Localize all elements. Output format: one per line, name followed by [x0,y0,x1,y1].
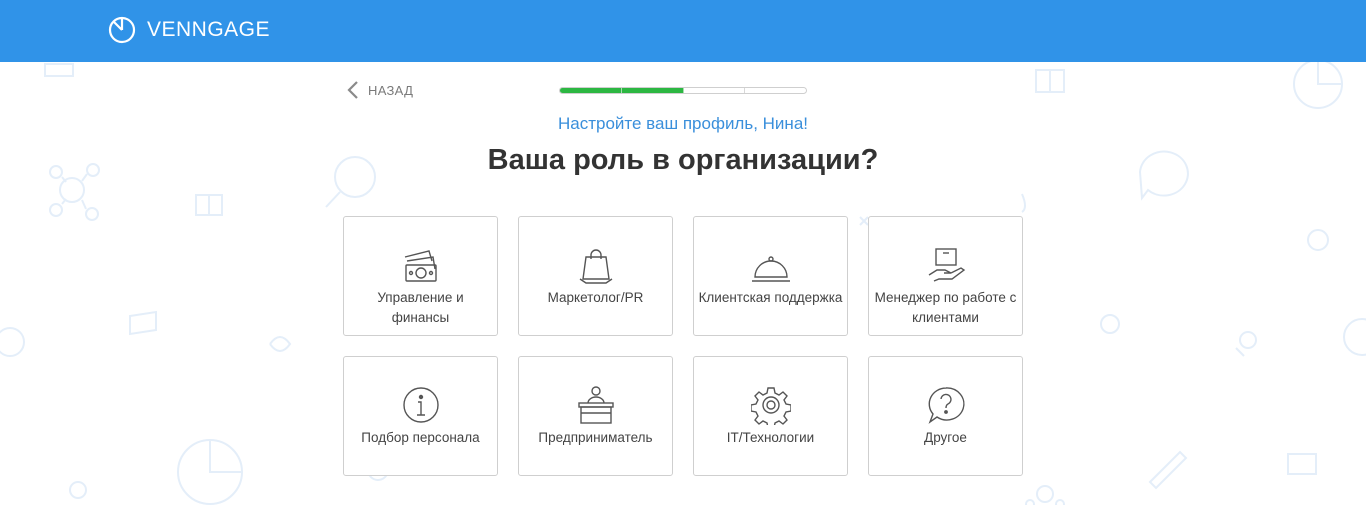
role-label: Маркетолог/PR [547,290,644,305]
role-label: Менеджер по работе с клиентами [874,290,1017,325]
role-label: Управление и финансы [377,290,464,325]
desk-person-icon [576,385,616,425]
progress-step-1 [560,88,622,93]
role-label: Предприниматель [538,430,653,445]
progress-bar [559,87,807,94]
service-bell-icon [751,245,791,285]
money-icon [401,245,441,285]
role-card-management-finance[interactable]: Управление и финансы [343,216,498,336]
role-card-account-manager[interactable]: Менеджер по работе с клиентами [868,216,1023,336]
back-label: НАЗАД [368,82,414,98]
role-card-marketing-pr[interactable]: Маркетолог/PR [518,216,673,336]
role-card-customer-support[interactable]: Клиентская поддержка [693,216,848,336]
role-label: IT/Технологии [726,430,815,445]
hand-package-icon [926,245,966,285]
progress-step-4 [745,88,806,93]
progress-step-2 [621,88,684,93]
role-label: Другое [924,430,967,445]
role-card-other[interactable]: Другое [868,356,1023,476]
role-grid: Управление и финансы Маркетолог/PR Клиен… [343,216,1023,476]
role-label: Клиентская поддержка [698,290,843,305]
role-card-entrepreneur[interactable]: Предприниматель [518,356,673,476]
back-button[interactable]: НАЗАД [346,80,413,100]
role-label: Подбор персонала [361,430,480,445]
logo-icon [108,16,136,44]
chevron-left-icon [347,81,358,99]
progress-step-3 [684,88,746,93]
logo[interactable]: VENNGAGE [108,15,270,45]
page-title: Ваша роль в организации? [487,144,879,176]
profile-subtitle: Настройте ваш профиль, Нина! [557,114,808,133]
info-icon [401,385,441,425]
brand-name: VENNGAGE [147,18,271,41]
role-card-recruiting[interactable]: Подбор персонала [343,356,498,476]
question-bubble-icon [926,385,966,425]
role-card-it-technology[interactable]: IT/Технологии [693,356,848,476]
top-bar: VENNGAGE [0,0,1366,62]
shopping-bag-icon [576,245,616,285]
gear-icon [749,385,792,429]
